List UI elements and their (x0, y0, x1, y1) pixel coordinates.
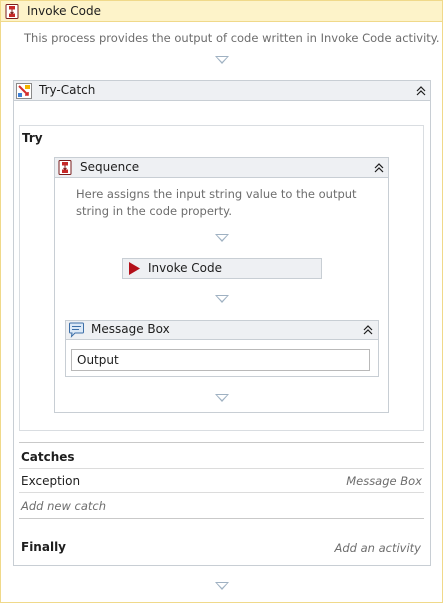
catches-label: Catches (21, 450, 75, 464)
try-catch-icon (16, 83, 32, 102)
outer-sequence-header[interactable]: Invoke Code (1, 1, 442, 22)
invoke-code-title: Invoke Code (148, 261, 223, 275)
try-catch-title: Try-Catch (39, 83, 96, 97)
drop-arrow-icon[interactable] (215, 394, 229, 402)
catch-handler: Message Box (346, 474, 422, 488)
sequence-header[interactable]: Sequence (55, 158, 388, 178)
message-box-title: Message Box (91, 322, 170, 336)
sequence-activity-icon (5, 4, 19, 22)
invoke-code-activity[interactable]: Invoke Code (122, 258, 322, 279)
sequence-title: Sequence (80, 160, 140, 174)
drop-arrow-icon[interactable] (215, 295, 229, 303)
message-text-value: Output (77, 353, 119, 367)
catch-row-divider (19, 492, 424, 493)
message-text-input[interactable]: Output (71, 349, 370, 371)
catches-header-divider (19, 468, 424, 469)
add-new-catch-link[interactable]: Add new catch (21, 499, 106, 513)
catch-row[interactable]: Exception Message Box (19, 470, 424, 491)
sequence-activity-icon (58, 160, 72, 178)
outer-description: This process provides the output of code… (24, 31, 440, 45)
sequence-description: Here assigns the input string value to t… (76, 187, 357, 218)
outer-sequence-title: Invoke Code (27, 4, 102, 18)
collapse-chevron-icon[interactable] (372, 161, 386, 175)
try-catch-header[interactable]: Try-Catch (14, 81, 430, 101)
finally-add-activity-placeholder[interactable]: Add an activity (334, 541, 421, 555)
drop-arrow-icon[interactable] (215, 582, 229, 590)
try-label: Try (22, 131, 43, 145)
drop-arrow-icon[interactable] (215, 56, 229, 64)
catches-divider (19, 442, 424, 443)
message-box-header[interactable]: Message Box (66, 321, 378, 340)
message-box-icon (68, 322, 85, 341)
catch-exception-type: Exception (21, 474, 81, 488)
drop-arrow-icon[interactable] (215, 234, 229, 242)
finally-divider (19, 518, 424, 519)
invoke-code-play-icon (127, 261, 141, 279)
collapse-chevron-icon[interactable] (414, 84, 428, 98)
finally-label: Finally (21, 540, 66, 554)
collapse-chevron-icon[interactable] (361, 323, 375, 337)
